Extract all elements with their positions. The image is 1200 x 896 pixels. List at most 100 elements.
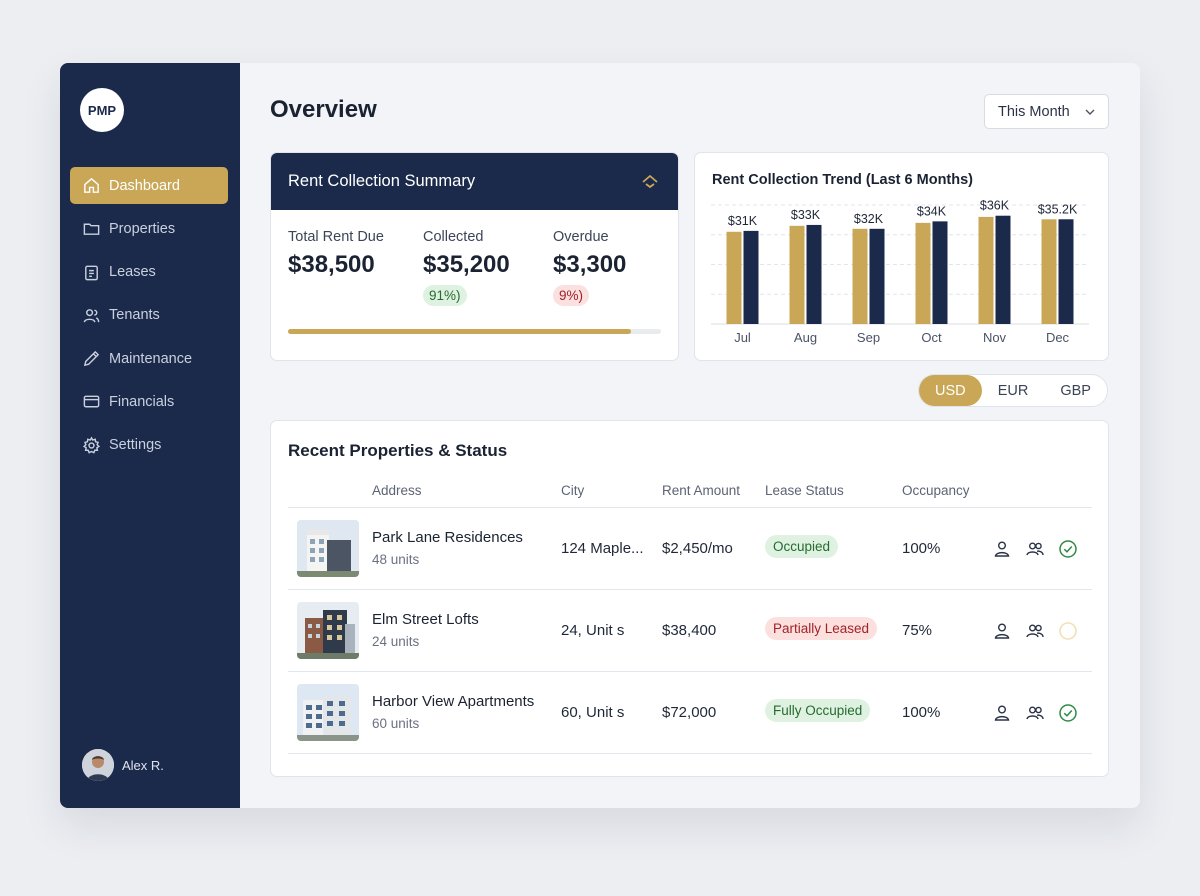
sidebar-item-financials[interactable]: Financials xyxy=(70,383,228,420)
property-rent: $72,000 xyxy=(662,704,717,721)
column-header-address[interactable]: Address xyxy=(372,483,422,498)
sidebar-item-label: Leases xyxy=(109,264,156,281)
collection-progress-bar xyxy=(288,329,661,334)
overdue-value: $3,300 xyxy=(553,251,627,278)
chart-bar-aug-1[interactable] xyxy=(789,225,805,324)
sidebar-item-label: Tenants xyxy=(109,307,160,324)
chart-bar-nov-1[interactable] xyxy=(978,216,994,324)
table-row[interactable]: Park Lane Residences 48 units 124 Maple.… xyxy=(288,508,1092,590)
sidebar-item-maintenance[interactable]: Maintenance xyxy=(70,340,228,377)
chart-bar-jul-1[interactable] xyxy=(726,231,742,324)
chart-bar-dec-2[interactable] xyxy=(1058,219,1074,324)
chart-data-label: $31K xyxy=(728,214,758,228)
sidebar-item-tenants[interactable]: Tenants xyxy=(70,297,228,334)
property-name: Harbor View Apartments xyxy=(372,693,535,710)
sidebar-item-dashboard[interactable]: Dashboard xyxy=(70,167,228,204)
column-header-rent[interactable]: Rent Amount xyxy=(662,483,740,498)
chart-bar-oct-1[interactable] xyxy=(915,222,931,324)
tenants-group-icon[interactable] xyxy=(1024,702,1046,724)
properties-title: Recent Properties & Status xyxy=(288,441,508,460)
tenant-icon[interactable] xyxy=(991,620,1013,642)
property-occupancy: 75% xyxy=(902,622,933,639)
chart-bar-aug-2[interactable] xyxy=(806,224,822,324)
chart-x-tick-label: Nov xyxy=(983,330,1007,345)
period-select[interactable]: This Month xyxy=(984,94,1109,129)
property-thumbnail xyxy=(297,520,359,577)
user-profile[interactable]: Alex R. xyxy=(82,749,164,781)
collection-progress-fill xyxy=(288,329,632,334)
collected-value: $35,200 xyxy=(423,251,510,278)
lease-status-badge: Occupied xyxy=(765,535,839,558)
clipboard-icon xyxy=(85,265,98,280)
lease-status-badge: Partially Leased xyxy=(765,617,878,640)
property-units: 60 units xyxy=(372,716,420,731)
property-occupancy: 100% xyxy=(902,540,941,557)
property-occupancy: 100% xyxy=(902,704,941,721)
total-rent-label: Total Rent Due xyxy=(288,229,384,245)
tenant-icon[interactable] xyxy=(991,538,1013,560)
chart-x-tick-label: Dec xyxy=(1046,330,1070,345)
chart-bar-sep-1[interactable] xyxy=(852,228,868,324)
chart-data-label: $32K xyxy=(854,212,884,226)
table-row[interactable]: Elm Street Lofts 24 units 24, Unit s $38… xyxy=(288,590,1092,672)
chart-data-label: $36K xyxy=(980,199,1010,213)
rent-summary-card: Rent Collection Summary Total Rent Due $… xyxy=(270,152,679,361)
column-header-occupancy[interactable]: Occupancy xyxy=(902,483,970,498)
property-city: 60, Unit s xyxy=(561,704,625,721)
column-header-lease-status[interactable]: Lease Status xyxy=(765,483,844,498)
sort-arrows-icon[interactable] xyxy=(640,173,660,189)
user-name: Alex R. xyxy=(122,757,164,773)
app-window: PMP Dashboard Properties Leases Tenants … xyxy=(60,63,1140,808)
overdue-label: Overdue xyxy=(553,229,609,245)
chart-bar-sep-2[interactable] xyxy=(869,228,885,324)
lease-status-badge: Fully Occupied xyxy=(765,699,871,722)
chart-bar-nov-2[interactable] xyxy=(995,215,1011,324)
folder-icon xyxy=(83,223,100,236)
property-units: 48 units xyxy=(372,552,420,567)
rent-trend-card: Rent Collection Trend (Last 6 Months) $3… xyxy=(694,152,1109,361)
period-select-value: This Month xyxy=(998,103,1070,120)
property-units: 24 units xyxy=(372,634,420,649)
property-city: 24, Unit s xyxy=(561,622,625,639)
chart-x-tick-label: Aug xyxy=(794,330,817,345)
tenants-group-icon[interactable] xyxy=(1024,538,1046,560)
chart-data-label: $35.2K xyxy=(1038,202,1078,216)
sidebar-item-leases[interactable]: Leases xyxy=(70,254,228,291)
collected-percent-badge: 91%) xyxy=(423,285,467,306)
avatar xyxy=(82,749,114,781)
pending-circle-icon[interactable] xyxy=(1057,620,1079,642)
sidebar-item-label: Maintenance xyxy=(109,350,193,367)
sidebar-item-label: Dashboard xyxy=(109,177,180,194)
sidebar-item-properties[interactable]: Properties xyxy=(70,210,228,247)
chart-x-tick-label: Sep xyxy=(857,330,880,345)
chart-x-tick-label: Oct xyxy=(921,330,942,345)
tenants-group-icon[interactable] xyxy=(1024,620,1046,642)
table-row[interactable]: Harbor View Apartments 60 units 60, Unit… xyxy=(288,672,1092,754)
overdue-percent-badge: 9%) xyxy=(553,285,590,306)
rent-summary-title: Rent Collection Summary xyxy=(288,172,476,190)
sidebar-nav: Dashboard Properties Leases Tenants Main… xyxy=(70,167,228,470)
property-rent: $38,400 xyxy=(662,622,717,639)
tenant-icon[interactable] xyxy=(991,702,1013,724)
chart-data-label: $33K xyxy=(791,208,821,222)
chart-bar-dec-1[interactable] xyxy=(1041,219,1057,324)
check-circle-icon[interactable] xyxy=(1057,702,1079,724)
property-thumbnail xyxy=(297,684,359,741)
chart-bar-jul-2[interactable] xyxy=(743,230,759,324)
card-icon xyxy=(83,396,100,408)
page-title: Overview xyxy=(270,96,377,123)
currency-usd[interactable]: USD xyxy=(919,375,982,406)
sidebar-item-label: Financials xyxy=(109,393,175,410)
property-city: 124 Maple... xyxy=(561,540,644,557)
chart-bar-oct-2[interactable] xyxy=(932,221,948,324)
users-icon xyxy=(83,308,100,323)
sidebar-item-settings[interactable]: Settings xyxy=(70,427,228,464)
collected-stat: Collected $35,200 91%) xyxy=(423,229,510,306)
check-circle-icon[interactable] xyxy=(1057,538,1079,560)
collected-label: Collected xyxy=(423,229,484,245)
currency-gbp[interactable]: GBP xyxy=(1044,375,1107,406)
rent-trend-chart: $31K Jul $33K Aug $32K Sep $34K Oct $36K Nov $35.2… xyxy=(711,199,1089,345)
column-header-city[interactable]: City xyxy=(561,483,584,498)
currency-eur[interactable]: EUR xyxy=(982,375,1045,406)
total-rent-stat: Total Rent Due $38,500 xyxy=(288,229,384,279)
